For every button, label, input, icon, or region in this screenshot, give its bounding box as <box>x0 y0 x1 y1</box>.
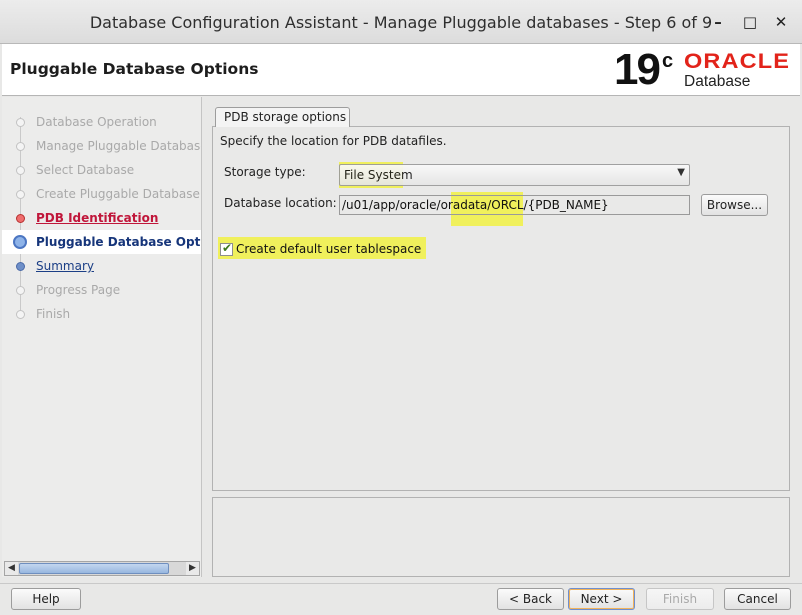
nav-step-create-pluggable-database: Create Pluggable Database <box>2 182 201 206</box>
logo-product: Database <box>684 73 751 90</box>
tab-pdb-storage-options[interactable]: PDB storage options <box>215 107 350 127</box>
create-tablespace-checkbox[interactable]: ✔ <box>220 241 233 256</box>
scrollbar-thumb[interactable] <box>19 563 169 574</box>
nav-step-progress-page: Progress Page <box>2 278 201 302</box>
browse-button[interactable]: Browse... <box>701 194 768 216</box>
nav-step-finish: Finish <box>2 302 201 326</box>
nav-step-label: Manage Pluggable Databases <box>36 139 202 153</box>
oracle-logo: ORACLE <box>684 50 791 73</box>
nav-step-label: Pluggable Database Options <box>36 235 201 249</box>
minimize-button[interactable]: – <box>706 10 730 34</box>
help-button[interactable]: Help <box>11 588 81 610</box>
step-dot-icon <box>16 190 25 199</box>
instruction-text: Specify the location for PDB datafiles. <box>220 134 447 148</box>
scroll-right-icon[interactable]: ▶ <box>186 562 199 575</box>
step-dot-icon <box>16 286 25 295</box>
page-title: Pluggable Database Options <box>10 60 259 78</box>
nav-step-label: Finish <box>36 307 71 321</box>
nav-step-label: Database Operation <box>36 115 157 129</box>
scroll-left-icon[interactable]: ◀ <box>5 562 18 575</box>
storage-type-label: Storage type: <box>224 165 306 179</box>
finish-button[interactable]: Finish <box>646 588 714 610</box>
database-location-input[interactable] <box>339 195 690 215</box>
tab-label: PDB storage options <box>224 110 347 124</box>
nav-step-select-database: Select Database <box>2 158 201 182</box>
step-dot-icon <box>16 262 25 271</box>
nav-step-label[interactable]: PDB Identification <box>36 211 158 225</box>
storage-type-select[interactable]: File System ▼ <box>339 164 690 186</box>
nav-step-manage-pluggable-databases: Manage Pluggable Databases <box>2 134 202 158</box>
window-title: Database Configuration Assistant - Manag… <box>89 13 713 32</box>
next-button[interactable]: Next > <box>568 588 635 610</box>
nav-step-label: Create Pluggable Database <box>36 187 200 201</box>
nav-step-label[interactable]: Summary <box>36 259 94 273</box>
nav-step-summary[interactable]: Summary <box>2 254 201 278</box>
nav-step-database-operation: Database Operation <box>2 110 201 134</box>
cancel-button[interactable]: Cancel <box>724 588 791 610</box>
nav-step-label: Select Database <box>36 163 135 177</box>
nav-horizontal-scrollbar[interactable]: ◀ ▶ <box>4 561 200 576</box>
step-dot-icon <box>16 310 25 319</box>
create-tablespace-label[interactable]: Create default user tablespace <box>236 242 421 256</box>
step-dot-icon <box>16 118 25 127</box>
footer-divider <box>0 583 802 584</box>
step-navigator: Database Operation Manage Pluggable Data… <box>2 97 202 577</box>
checkmark-icon: ✔ <box>222 241 233 255</box>
page-header: Pluggable Database Options 19 c ORACLE D… <box>2 44 800 96</box>
logo-version-suffix: c <box>662 50 674 72</box>
current-step-icon <box>13 235 27 249</box>
maximize-button[interactable]: □ <box>738 10 762 34</box>
error-step-icon <box>16 214 25 223</box>
message-panel <box>212 497 790 577</box>
dropdown-arrow-icon: ▼ <box>677 167 685 178</box>
step-dot-icon <box>16 142 25 151</box>
logo-version: 19 <box>614 45 661 94</box>
back-button[interactable]: < Back <box>497 588 564 610</box>
nav-step-label: Progress Page <box>36 283 121 297</box>
nav-step-pdb-identification[interactable]: PDB Identification <box>2 206 201 230</box>
nav-step-pluggable-database-options: Pluggable Database Options <box>2 230 201 254</box>
step-dot-icon <box>16 166 25 175</box>
storage-type-value: File System <box>344 168 413 182</box>
close-button[interactable]: ✕ <box>769 10 793 34</box>
database-location-label: Database location: <box>224 196 337 210</box>
